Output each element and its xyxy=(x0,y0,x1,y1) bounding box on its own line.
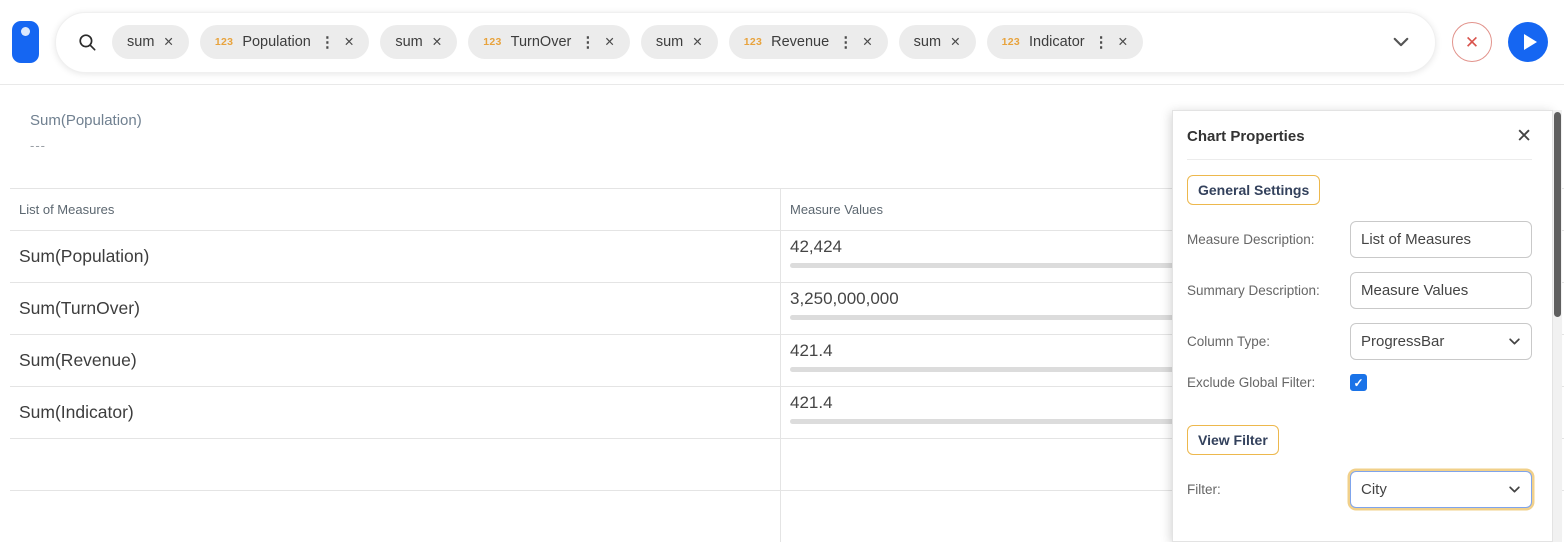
scrollbar-thumb[interactable] xyxy=(1554,112,1561,317)
column-type-label: Column Type: xyxy=(1187,334,1270,349)
chip-remove-icon[interactable]: ✕ xyxy=(344,36,354,49)
measure-name: Sum(Revenue) xyxy=(10,335,781,386)
measure-description-label: Measure Description: xyxy=(1187,232,1315,247)
filter-value: City xyxy=(1361,481,1387,498)
chip-aggregation[interactable]: sum ✕ xyxy=(641,25,718,59)
chip-menu-icon[interactable]: ⋮ xyxy=(580,35,595,50)
chip-remove-icon[interactable]: ✕ xyxy=(692,36,702,49)
chip-remove-icon[interactable]: ✕ xyxy=(432,36,442,49)
widget-header: Sum(Population) --- xyxy=(30,112,142,153)
run-button[interactable] xyxy=(1508,22,1548,62)
clear-button[interactable]: ✕ xyxy=(1452,22,1492,62)
app-logo xyxy=(12,21,39,63)
column-type-select[interactable]: ProgressBar xyxy=(1350,323,1532,360)
chip-field-turnover[interactable]: 123 TurnOver ⋮ ✕ xyxy=(468,25,630,59)
numeric-field-icon: 123 xyxy=(215,36,233,48)
chip-aggregation[interactable]: sum ✕ xyxy=(112,25,189,59)
exclude-global-filter-checkbox[interactable] xyxy=(1350,374,1367,391)
numeric-field-icon: 123 xyxy=(744,36,762,48)
summary-description-input[interactable] xyxy=(1350,272,1532,309)
chip-menu-icon[interactable]: ⋮ xyxy=(1094,35,1109,50)
chip-label: Indicator xyxy=(1029,34,1085,50)
numeric-field-icon: 123 xyxy=(483,36,501,48)
topbar: sum ✕ 123 Population ⋮ ✕ sum ✕ 123 TurnO… xyxy=(0,0,1564,85)
query-bar[interactable]: sum ✕ 123 Population ⋮ ✕ sum ✕ 123 TurnO… xyxy=(55,12,1436,73)
column-header-measures: List of Measures xyxy=(10,189,781,230)
chip-label: sum xyxy=(127,34,154,50)
chip-remove-icon[interactable]: ✕ xyxy=(163,36,173,49)
chip-aggregation[interactable]: sum ✕ xyxy=(380,25,457,59)
chart-properties-panel: Chart Properties ✕ General Settings Meas… xyxy=(1172,110,1553,542)
numeric-field-icon: 123 xyxy=(1002,36,1020,48)
measure-name: Sum(Indicator) xyxy=(10,387,781,438)
close-icon: ✕ xyxy=(1465,34,1479,51)
panel-title: Chart Properties xyxy=(1187,128,1305,145)
chip-label: Population xyxy=(242,34,311,50)
chevron-down-icon xyxy=(1508,335,1521,348)
chip-remove-icon[interactable]: ✕ xyxy=(950,36,960,49)
widget-subtitle: --- xyxy=(30,138,142,153)
chip-label: sum xyxy=(656,34,683,50)
chip-remove-icon[interactable]: ✕ xyxy=(604,36,614,49)
section-view-filter: View Filter xyxy=(1187,425,1279,455)
panel-scrollbar[interactable] xyxy=(1553,110,1562,542)
widget-title: Sum(Population) xyxy=(30,112,142,129)
chip-field-population[interactable]: 123 Population ⋮ ✕ xyxy=(200,25,369,59)
exclude-global-filter-label: Exclude Global Filter: xyxy=(1187,375,1315,390)
filter-label: Filter: xyxy=(1187,482,1221,497)
chip-field-indicator[interactable]: 123 Indicator ⋮ ✕ xyxy=(987,25,1144,59)
measure-name: Sum(TurnOver) xyxy=(10,283,781,334)
chevron-down-icon xyxy=(1508,483,1521,496)
measure-name: Sum(Population) xyxy=(10,231,781,282)
search-icon xyxy=(78,33,97,52)
summary-description-label: Summary Description: xyxy=(1187,283,1320,298)
chip-menu-icon[interactable]: ⋮ xyxy=(320,35,335,50)
chip-label: TurnOver xyxy=(511,34,572,50)
section-general-settings: General Settings xyxy=(1187,175,1320,205)
play-icon xyxy=(1524,34,1537,50)
chip-remove-icon[interactable]: ✕ xyxy=(862,36,872,49)
chip-label: sum xyxy=(395,34,422,50)
column-type-value: ProgressBar xyxy=(1361,333,1444,350)
chip-menu-icon[interactable]: ⋮ xyxy=(838,35,853,50)
chip-label: sum xyxy=(914,34,941,50)
chip-remove-icon[interactable]: ✕ xyxy=(1118,36,1128,49)
panel-close-icon[interactable]: ✕ xyxy=(1516,127,1532,146)
chip-aggregation[interactable]: sum ✕ xyxy=(899,25,976,59)
filter-select[interactable]: City xyxy=(1350,471,1532,508)
chip-field-revenue[interactable]: 123 Revenue ⋮ ✕ xyxy=(729,25,888,59)
measure-description-input[interactable] xyxy=(1350,221,1532,258)
app-root: sum ✕ 123 Population ⋮ ✕ sum ✕ 123 TurnO… xyxy=(0,0,1564,542)
collapse-chevron-icon[interactable] xyxy=(1391,32,1411,52)
chip-label: Revenue xyxy=(771,34,829,50)
